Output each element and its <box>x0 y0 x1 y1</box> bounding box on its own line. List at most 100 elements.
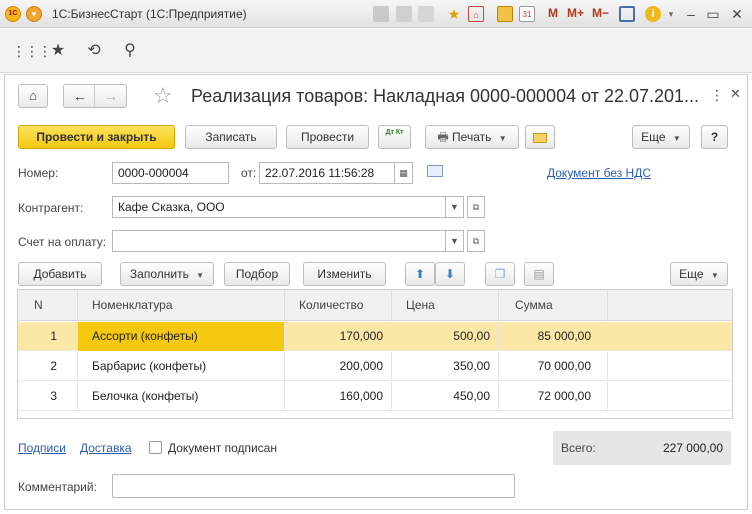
invoice-label: Счет на оплату: <box>18 235 107 249</box>
preview-icon[interactable] <box>418 6 434 22</box>
copy-row-icon[interactable]: ❐ <box>485 262 515 286</box>
maximize-button[interactable]: ▭ <box>702 4 724 24</box>
cell-sum[interactable]: 70 000,00 <box>499 352 608 381</box>
form-menu-icon[interactable]: ⋮ <box>710 87 725 104</box>
more-label: Еще <box>641 130 666 144</box>
add-row-button[interactable]: Добавить <box>18 262 102 286</box>
info-icon[interactable]: i <box>645 6 661 22</box>
memory-add-button[interactable]: M+ <box>567 6 584 20</box>
favorites-icon[interactable]: ★ <box>48 41 68 61</box>
document-form: ⌂ ← → ☆ Реализация товаров: Накладная 00… <box>4 74 748 510</box>
debit-credit-icon[interactable]: Дт Кт <box>378 125 411 149</box>
selection-button[interactable]: Подбор <box>224 262 290 286</box>
cell-n: 1 <box>18 322 78 351</box>
date-label: от: <box>241 166 257 180</box>
cell-sum[interactable]: 72 000,00 <box>499 382 608 411</box>
table-more-button[interactable]: Еще ▼ <box>670 262 728 286</box>
invoice-open-icon[interactable]: ⧉ <box>467 230 485 252</box>
cell-qty[interactable]: 170,000 <box>285 322 392 351</box>
close-form-icon[interactable]: ✕ <box>730 86 741 102</box>
cell-item[interactable]: Барбарис (конфеты) <box>78 352 285 381</box>
memory-subtract-button[interactable]: M− <box>592 6 609 20</box>
column-header-item[interactable]: Номенклатура <box>78 290 285 321</box>
fill-button[interactable]: Заполнить ▼ <box>120 262 214 286</box>
goods-table: N Номенклатура Количество Цена Сумма 1 А… <box>17 289 733 419</box>
cell-sum[interactable]: 85 000,00 <box>499 322 608 351</box>
table-header: N Номенклатура Количество Цена Сумма <box>18 290 732 321</box>
change-button[interactable]: Изменить <box>303 262 386 286</box>
save-button[interactable]: Записать <box>185 125 277 149</box>
number-field[interactable]: 0000-000004 <box>112 162 229 184</box>
paste-row-icon[interactable]: ▤ <box>524 262 554 286</box>
vat-document-link[interactable]: Документ без НДС <box>547 166 651 180</box>
invoice-field[interactable] <box>112 230 446 252</box>
favorite-star-icon[interactable]: ☆ <box>153 83 173 109</box>
email-button[interactable] <box>525 125 555 149</box>
calendar-icon[interactable]: 31 <box>519 6 535 22</box>
move-up-icon[interactable]: ⬆ <box>405 262 435 286</box>
table-row[interactable]: 3 Белочка (конфеты) 160,000 450,00 72 00… <box>18 382 732 411</box>
save-icon[interactable] <box>373 6 389 22</box>
post-and-close-button[interactable]: Провести и закрыть <box>18 125 175 149</box>
print-button[interactable]: 🖶 Печать ▼ <box>425 125 519 149</box>
page-title: Реализация товаров: Накладная 0000-00000… <box>191 86 700 106</box>
comment-field[interactable] <box>112 474 515 498</box>
main-menu-button[interactable]: ▾ <box>26 6 42 22</box>
post-button[interactable]: Провести <box>286 125 369 149</box>
home-button[interactable]: ⌂ <box>18 84 48 108</box>
chevron-down-icon: ▼ <box>498 134 507 143</box>
cell-n: 3 <box>18 382 78 411</box>
cell-qty[interactable]: 200,000 <box>285 352 392 381</box>
column-header-sum[interactable]: Сумма <box>499 290 608 321</box>
contractor-dropdown-icon[interactable]: ▼ <box>446 196 464 218</box>
number-label: Номер: <box>18 166 59 180</box>
info-dropdown-icon[interactable]: ▾ <box>663 6 679 22</box>
signatures-link[interactable]: Подписи <box>18 441 66 455</box>
contractor-open-icon[interactable]: ⧉ <box>467 196 485 218</box>
invoice-dropdown-icon[interactable]: ▼ <box>446 230 464 252</box>
table-row[interactable]: 1 Ассорти (конфеты) 170,000 500,00 85 00… <box>18 322 732 351</box>
minimize-button[interactable]: – <box>680 4 702 24</box>
panels-icon[interactable] <box>619 6 635 22</box>
cell-qty[interactable]: 160,000 <box>285 382 392 411</box>
memory-store-button[interactable]: M <box>548 6 558 20</box>
window-title: 1С:БизнесСтарт (1С:Предприятие) <box>52 7 247 21</box>
table-more-label: Еще <box>679 267 704 281</box>
cell-item[interactable]: Белочка (конфеты) <box>78 382 285 411</box>
app-logo-icon: 1С <box>5 6 21 22</box>
close-window-button[interactable]: ✕ <box>726 4 748 24</box>
cell-price[interactable]: 500,00 <box>392 322 499 351</box>
contractor-field[interactable]: Кафе Сказка, ООО <box>112 196 446 218</box>
chevron-down-icon: ▼ <box>196 271 205 280</box>
printer-icon: 🖶 <box>437 130 449 144</box>
favorites-star-icon[interactable]: ★ <box>446 6 462 22</box>
back-arrow-icon[interactable]: ← <box>73 88 87 104</box>
section-panel: ⋮⋮⋮ ★ ⟲ ⚲ <box>0 29 752 73</box>
print-icon[interactable] <box>396 6 412 22</box>
delivery-link[interactable]: Доставка <box>80 441 132 455</box>
history-icon[interactable]: ⟲ <box>84 41 104 61</box>
calendar-picker-icon[interactable]: ▦ <box>395 162 413 184</box>
column-header-price[interactable]: Цена <box>392 290 499 321</box>
column-header-n[interactable]: N <box>18 290 78 321</box>
apps-grid-icon[interactable]: ⋮⋮⋮ <box>12 41 52 61</box>
chevron-down-icon: ▼ <box>710 271 719 280</box>
signed-label: Документ подписан <box>168 441 277 455</box>
more-actions-button[interactable]: Еще ▼ <box>632 125 690 149</box>
cell-item[interactable]: Ассорти (конфеты) <box>78 322 285 351</box>
search-icon[interactable]: ⚲ <box>120 41 140 61</box>
nav-divider <box>94 85 95 107</box>
forward-arrow-icon[interactable]: → <box>104 88 118 104</box>
column-header-qty[interactable]: Количество <box>285 290 392 321</box>
move-down-icon[interactable]: ⬇ <box>435 262 465 286</box>
date-field[interactable]: 22.07.2016 11:56:28 <box>259 162 395 184</box>
calculator-icon[interactable] <box>497 6 513 22</box>
help-button[interactable]: ? <box>701 125 728 149</box>
comment-icon[interactable] <box>427 165 443 177</box>
table-row[interactable]: 2 Барбарис (конфеты) 200,000 350,00 70 0… <box>18 352 732 381</box>
cell-price[interactable]: 450,00 <box>392 382 499 411</box>
cell-price[interactable]: 350,00 <box>392 352 499 381</box>
home-icon[interactable]: ⌂ <box>468 6 484 22</box>
signed-checkbox[interactable] <box>149 441 162 454</box>
envelope-icon <box>533 132 547 143</box>
